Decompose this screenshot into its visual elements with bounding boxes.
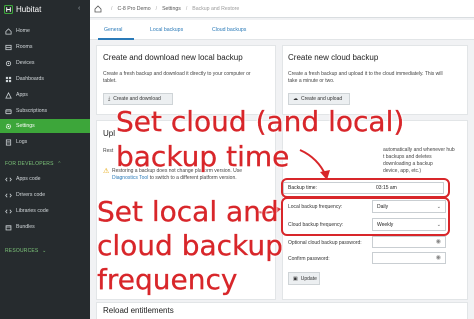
sidebar-item-home[interactable]: Home (0, 24, 90, 38)
diagnostics-tool-link[interactable]: Diagnostics Tool (112, 175, 148, 181)
bundles-icon (5, 224, 12, 230)
save-icon: ▣ (293, 275, 298, 282)
settings-description: automatically and whenever hub t backups… (383, 147, 455, 174)
create-and-download-button[interactable]: ⤓ Create and download (103, 93, 173, 105)
annotation-line-4: cloud backup (97, 229, 283, 262)
confirm-password-label: Confirm password: (288, 256, 330, 262)
sidebar-item-libraries-code[interactable]: Libraries code (0, 204, 90, 218)
sidebar-item-label: Bundles (16, 224, 35, 230)
code-icon (5, 208, 12, 214)
hubitat-logo-icon (4, 4, 13, 14)
local-backup-title: Create and download new local backup (103, 53, 243, 62)
cloud-backup-title: Create new cloud backup (288, 53, 379, 62)
sidebar-item-label: Subscriptions (16, 108, 48, 114)
chevron-up-icon: ⌃ (57, 161, 62, 167)
breadcrumb-hub[interactable]: C-8 Pro Demo (117, 6, 150, 12)
subscriptions-icon (5, 108, 12, 114)
brand-name: Hubitat (16, 4, 42, 14)
annotation-line-5: frequency (97, 263, 238, 296)
tab-cloud-backups[interactable]: Cloud backups (212, 27, 246, 33)
reload-entitlements-title: Reload entitlements (103, 306, 174, 315)
cloud-backup-description: Create a fresh backup and upload it to t… (288, 71, 443, 84)
sidebar-item-drivers-code[interactable]: Drivers code (0, 188, 90, 202)
sidebar-item-logs[interactable]: Logs (0, 135, 90, 149)
local-backup-description: Create a fresh backup and download it di… (103, 71, 251, 84)
home-icon[interactable] (94, 4, 102, 13)
sidebar-item-label: Apps (16, 92, 28, 98)
code-icon (5, 176, 12, 182)
tab-general[interactable]: General (104, 27, 122, 33)
home-icon (5, 27, 12, 35)
restore-description: Rest (103, 148, 114, 154)
password-field[interactable]: ◉ (372, 236, 446, 248)
resources-section-label[interactable]: RESOURCES ⌄ (5, 248, 46, 254)
active-tab-indicator (98, 38, 134, 40)
annotation-line-2: backup time (116, 140, 290, 173)
code-icon (5, 192, 12, 198)
breadcrumb-separator: / (155, 5, 158, 12)
sidebar-item-apps[interactable]: Apps (0, 88, 90, 102)
eye-icon[interactable]: ◉ (436, 254, 441, 261)
reload-entitlements-card: Reload entitlements (96, 302, 468, 319)
sidebar-item-label: Logs (16, 139, 28, 145)
sidebar-item-bundles[interactable]: Bundles (0, 220, 90, 234)
brand[interactable]: Hubitat ‹ (0, 0, 90, 18)
breadcrumb-current: Backup and Restore (192, 5, 240, 12)
sidebar-item-label: Apps code (16, 176, 41, 182)
sidebar-item-rooms[interactable]: Rooms (0, 40, 90, 54)
sidebar-item-settings[interactable]: Settings (0, 119, 90, 133)
sidebar-item-label: Drivers code (16, 192, 46, 198)
sidebar-item-label: Devices (16, 60, 35, 66)
warning-icon: ⚠ (103, 168, 110, 175)
devices-icon (5, 60, 12, 66)
breadcrumb-settings[interactable]: Settings (162, 6, 181, 12)
download-icon: ⤓ (108, 96, 111, 102)
collapse-sidebar-icon[interactable]: ‹ (78, 5, 80, 12)
sidebar-item-dashboards[interactable]: Dashboards (0, 72, 90, 86)
sidebar-item-devices[interactable]: Devices (0, 56, 90, 70)
update-button[interactable]: ▣ Update (288, 272, 320, 285)
breadcrumb: / C-8 Pro Demo / Settings / Backup and R… (90, 0, 474, 18)
create-and-upload-button[interactable]: ☁ Create and upload (288, 93, 350, 105)
annotation-line-1: Set cloud (and local) (116, 105, 405, 138)
sidebar-item-label: Dashboards (16, 76, 44, 82)
tab-bar: General Local backups Cloud backups (90, 20, 474, 40)
eye-icon[interactable]: ◉ (436, 238, 441, 245)
rooms-icon (5, 44, 12, 50)
dashboards-icon (5, 76, 12, 82)
sidebar-item-subscriptions[interactable]: Subscriptions (0, 104, 90, 118)
sidebar-item-label: Home (16, 28, 30, 34)
apps-icon (5, 91, 12, 99)
gear-icon (5, 123, 12, 129)
sidebar: Hubitat ‹ Home Rooms Devices Dashboards … (0, 0, 90, 319)
backup-time-highlight (281, 178, 450, 198)
annotation-line-3: Set local and (97, 195, 279, 228)
restore-title: Upl (103, 129, 116, 138)
breadcrumb-separator: / (185, 5, 188, 12)
breadcrumb-separator: / (111, 5, 113, 12)
sidebar-item-label: Libraries code (16, 208, 49, 214)
chevron-down-icon: ⌄ (42, 248, 47, 254)
frequency-highlight (281, 197, 450, 236)
logs-icon (5, 138, 12, 146)
tab-local-backups[interactable]: Local backups (150, 27, 183, 33)
sidebar-item-apps-code[interactable]: Apps code (0, 172, 90, 186)
developers-section-label[interactable]: FOR DEVELOPERS ⌃ (5, 161, 62, 167)
confirm-password-field[interactable]: ◉ (372, 252, 446, 264)
password-label: Optional cloud backup password: (288, 240, 362, 246)
sidebar-item-label: Settings (16, 123, 35, 129)
sidebar-item-label: Rooms (16, 44, 33, 50)
cloud-upload-icon: ☁ (293, 96, 298, 102)
